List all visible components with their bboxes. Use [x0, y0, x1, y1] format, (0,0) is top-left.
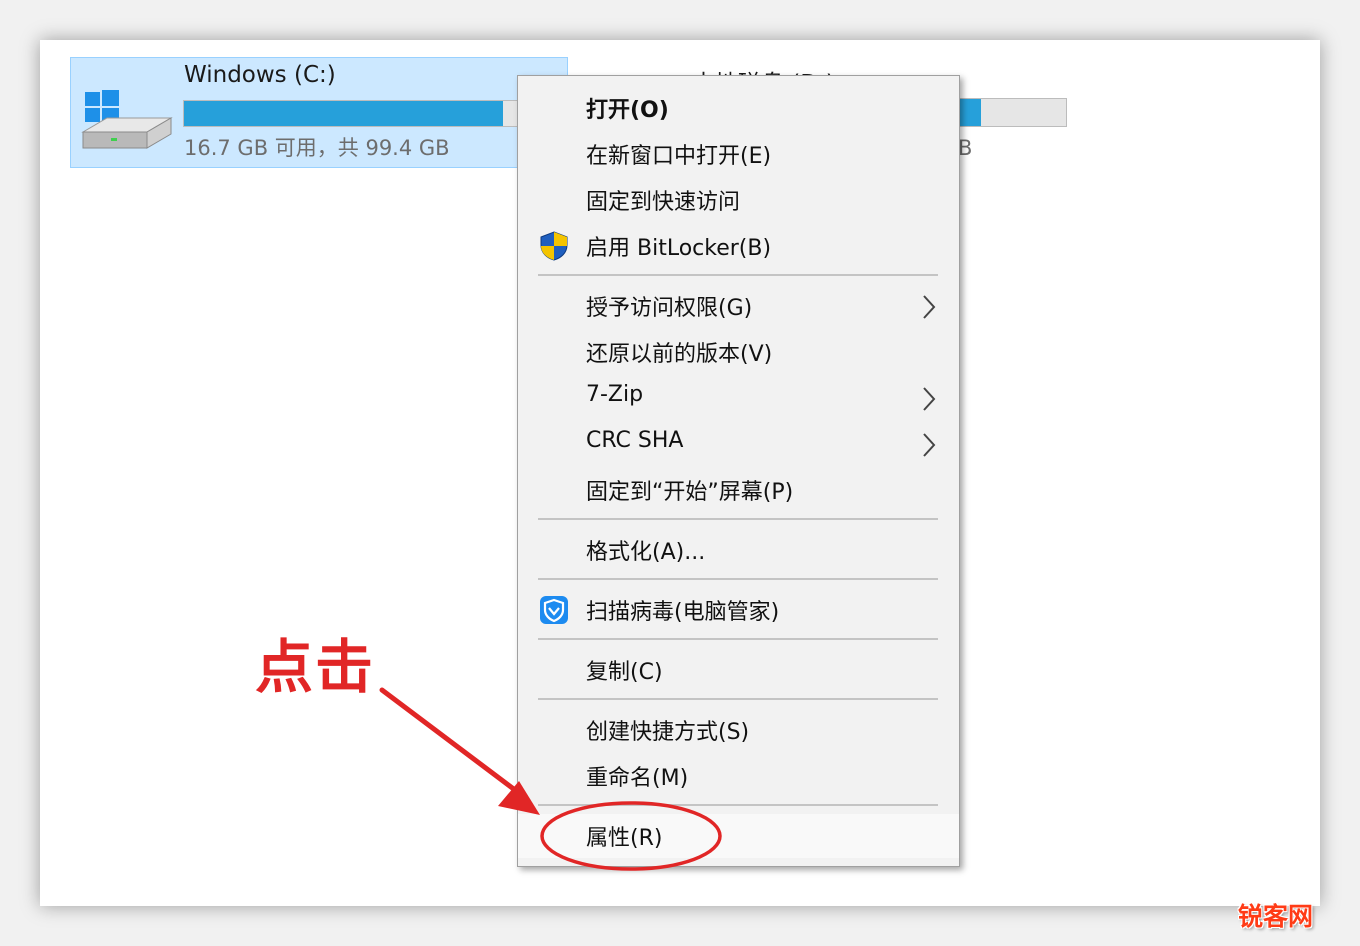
menu-item-label: 授予访问权限(G): [586, 296, 753, 321]
chevron-right-icon: [923, 433, 936, 457]
menu-item-open[interactable]: 打开(O): [518, 86, 959, 130]
menu-separator: [538, 638, 938, 640]
menu-item-label: 格式化(A)...: [586, 540, 706, 565]
uac-shield-icon: [540, 231, 568, 261]
menu-item-rename[interactable]: 重命名(M): [518, 754, 959, 798]
watermark-logo: 锐客网: [1238, 902, 1314, 931]
menu-item-scan-virus[interactable]: 扫描病毒(电脑管家): [518, 588, 959, 632]
chevron-right-icon: [923, 295, 936, 319]
context-menu: 打开(O) 在新窗口中打开(E) 固定到快速访问 启用 BitLocker(B)…: [517, 75, 960, 867]
tencent-pc-manager-icon: [540, 596, 568, 624]
menu-item-label: CRC SHA: [586, 428, 684, 453]
menu-item-label: 扫描病毒(电脑管家): [586, 600, 780, 625]
menu-separator: [538, 274, 938, 276]
menu-item-label: 重命名(M): [586, 766, 689, 791]
menu-item-label: 复制(C): [586, 660, 663, 685]
menu-item-open-new-window[interactable]: 在新窗口中打开(E): [518, 132, 959, 176]
menu-item-give-access[interactable]: 授予访问权限(G): [518, 284, 959, 328]
menu-item-properties[interactable]: 属性(R): [518, 814, 959, 858]
menu-item-7zip[interactable]: 7-Zip: [518, 376, 959, 420]
menu-item-create-shortcut[interactable]: 创建快捷方式(S): [518, 708, 959, 752]
drive-d-space: B: [958, 136, 973, 160]
menu-item-label: 属性(R): [586, 826, 663, 851]
drive-c-usage-fill: [184, 101, 503, 126]
menu-item-format[interactable]: 格式化(A)...: [518, 528, 959, 572]
menu-separator: [538, 698, 938, 700]
menu-separator: [538, 578, 938, 580]
menu-item-bitlocker[interactable]: 启用 BitLocker(B): [518, 224, 959, 268]
menu-item-label: 还原以前的版本(V): [586, 342, 773, 367]
windows-drive-icon: [81, 90, 173, 149]
menu-item-label: 启用 BitLocker(B): [586, 236, 772, 261]
menu-item-pin-quick-access[interactable]: 固定到快速访问: [518, 178, 959, 222]
menu-item-copy[interactable]: 复制(C): [518, 648, 959, 692]
menu-item-pin-start[interactable]: 固定到“开始”屏幕(P): [518, 468, 959, 512]
chevron-right-icon: [923, 387, 936, 411]
menu-item-restore-previous[interactable]: 还原以前的版本(V): [518, 330, 959, 374]
menu-separator: [538, 804, 938, 806]
menu-item-label: 打开(O): [586, 98, 669, 123]
drive-tile-c[interactable]: Windows (C:) 16.7 GB 可用，共 99.4 GB: [70, 57, 568, 168]
menu-item-label: 固定到“开始”屏幕(P): [586, 480, 794, 505]
menu-item-label: 创建快捷方式(S): [586, 720, 750, 745]
annotation-click-label: 点击: [255, 633, 376, 701]
drive-c-name: Windows (C:): [184, 62, 336, 88]
menu-item-label: 在新窗口中打开(E): [586, 144, 772, 169]
drive-c-space: 16.7 GB 可用，共 99.4 GB: [184, 136, 450, 160]
drive-c-usage-bar: [183, 100, 568, 127]
menu-item-label: 7-Zip: [586, 382, 644, 407]
menu-item-label: 固定到快速访问: [586, 190, 741, 215]
menu-item-crc-sha[interactable]: CRC SHA: [518, 422, 959, 466]
menu-separator: [538, 518, 938, 520]
